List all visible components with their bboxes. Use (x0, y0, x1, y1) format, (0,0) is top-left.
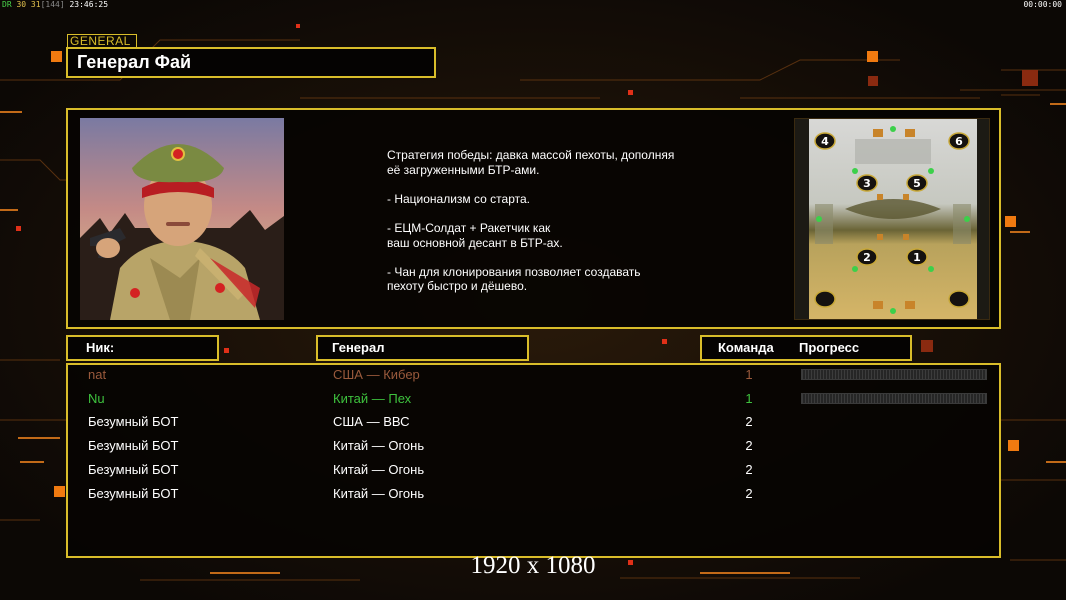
column-header-progress: Прогресс (799, 340, 860, 355)
player-general: Китай — Огонь (333, 438, 425, 453)
player-team: 2 (745, 486, 753, 501)
progress-bar (801, 369, 987, 380)
player-general: Китай — Пех (333, 391, 412, 406)
player-team: 2 (745, 462, 753, 477)
start-pos-label: 4 (821, 135, 829, 148)
player-team: 2 (745, 414, 753, 429)
start-pos-label: 6 (955, 135, 963, 148)
player-general: США — ВВС (333, 414, 410, 429)
player-nick: nat (88, 367, 107, 382)
general-portrait (80, 118, 284, 320)
player-general: Китай — Огонь (333, 486, 425, 501)
hud-fps: 30 31 (16, 0, 41, 9)
player-nick: Nu (88, 391, 105, 406)
start-pos-label: 3 (863, 177, 871, 190)
general-tag: GENERAL (67, 34, 137, 48)
player-list: nat США — Кибер 1 Nu Китай — Пех 1 Безум… (66, 363, 1001, 558)
fps-readout: DR 30 31[144] 23:46:25 (2, 0, 108, 9)
resolution-label: 1920 x 1080 (470, 552, 596, 579)
hud-bracket: [144] (40, 0, 65, 9)
player-nick: Безумный БОТ (88, 438, 179, 453)
hud-prefix: DR (2, 0, 12, 9)
start-pos-label: 1 (913, 251, 921, 264)
player-general: Китай — Огонь (333, 462, 425, 477)
player-nick: Безумный БОТ (88, 486, 179, 501)
general-name: Генерал Фай (66, 47, 436, 78)
player-nick: Безумный БОТ (88, 414, 179, 429)
start-pos-label: 2 (863, 251, 871, 264)
player-team: 1 (745, 367, 753, 382)
progress-bar (801, 393, 987, 404)
player-nick: Безумный БОТ (88, 462, 179, 477)
column-header-team-progress: Команда Прогресс (700, 335, 912, 361)
column-header-nick: Ник: (66, 335, 219, 361)
player-team: 2 (745, 438, 753, 453)
general-description: Стратегия победы: давка массой пехоты, д… (387, 148, 675, 294)
game-timer: 00:00:00 (1023, 0, 1062, 9)
player-general: США — Кибер (333, 367, 420, 382)
minimap: 4 6 3 5 2 1 (794, 118, 990, 320)
column-header-team: Команда (718, 340, 774, 355)
hud-clock: 23:46:25 (69, 0, 109, 9)
column-header-general: Генерал (316, 335, 529, 361)
player-team: 1 (745, 391, 753, 406)
start-pos-label: 5 (913, 177, 921, 190)
